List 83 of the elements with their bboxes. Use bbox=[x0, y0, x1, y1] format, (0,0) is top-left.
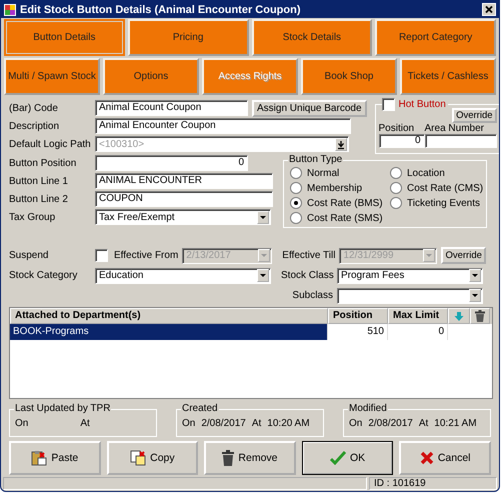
field-label: Effective Till bbox=[282, 250, 336, 261]
field-label: Default Logic Path bbox=[9, 138, 91, 150]
checkbox[interactable] bbox=[95, 249, 108, 262]
dropdown-field[interactable] bbox=[337, 288, 483, 304]
tab[interactable]: Stock Details bbox=[252, 19, 372, 56]
info-text: On bbox=[15, 418, 28, 429]
input-field[interactable]: Animal Encounter Coupon bbox=[95, 118, 351, 134]
field-label: Description bbox=[9, 120, 60, 132]
field-label: Tax Group bbox=[9, 212, 56, 222]
close-icon[interactable] bbox=[482, 3, 496, 16]
field-label: Stock Category bbox=[9, 270, 78, 281]
radio-option[interactable]: Ticketing Events bbox=[390, 196, 486, 210]
input-field[interactable]: 0 bbox=[95, 155, 248, 171]
radio-option[interactable]: Membership bbox=[290, 181, 390, 195]
assign-barcode-button[interactable]: Assign Unique Barcode bbox=[252, 100, 367, 116]
info-text: On bbox=[182, 418, 196, 429]
clipboard-icon bbox=[31, 450, 48, 466]
tab[interactable]: Button Details bbox=[4, 19, 125, 56]
info-text: 10:20 AM bbox=[267, 418, 310, 429]
tab[interactable]: Book Shop bbox=[301, 58, 397, 95]
dropdown-field[interactable]: Program Fees bbox=[337, 268, 483, 284]
column-header: Position bbox=[328, 308, 388, 324]
action-button[interactable]: OK bbox=[302, 441, 394, 475]
info-text: At bbox=[80, 418, 90, 429]
checkmark-icon bbox=[330, 451, 346, 465]
field-label: Effective From bbox=[114, 250, 178, 261]
close-icon bbox=[420, 451, 434, 465]
action-button[interactable]: Copy bbox=[106, 441, 198, 475]
info-text: 2/08/2017 bbox=[201, 418, 246, 429]
info-text: At bbox=[418, 418, 428, 429]
table-cell[interactable]: 510 bbox=[328, 324, 388, 340]
checkbox[interactable] bbox=[382, 98, 395, 111]
download-arrow-icon bbox=[335, 138, 347, 150]
column-header: Max Limit bbox=[388, 308, 448, 324]
tab[interactable]: Options bbox=[103, 58, 199, 95]
field-label: (Bar) Code bbox=[9, 102, 59, 114]
info-text: 2/08/2017 bbox=[368, 418, 413, 429]
input-field[interactable]: Animal Ecount Coupon bbox=[95, 100, 248, 116]
group-title: Created bbox=[181, 403, 219, 414]
override-button[interactable]: Override bbox=[441, 247, 486, 264]
info-text: 10:21 AM bbox=[434, 418, 477, 429]
input-field[interactable]: 0 bbox=[378, 134, 425, 148]
group-title: Modified bbox=[348, 403, 388, 414]
field-label: Button Line 2 bbox=[9, 194, 69, 204]
input-field[interactable]: COUPON bbox=[95, 191, 273, 207]
group-title: Last Updated by TPR bbox=[14, 403, 112, 414]
field-label: Button Position bbox=[9, 158, 78, 168]
info-text: On bbox=[349, 418, 362, 429]
tab[interactable]: Pricing bbox=[128, 19, 248, 56]
tab[interactable]: Multi / Spawn Stock bbox=[4, 58, 100, 95]
radio-option[interactable]: Location bbox=[390, 166, 486, 180]
action-button[interactable]: Cancel bbox=[399, 441, 491, 475]
hot-button-label: Hot Button bbox=[398, 99, 446, 110]
status-text: ID : 101619 bbox=[369, 477, 497, 490]
window-title: Edit Stock Button Details (Animal Encounter Coupon) bbox=[20, 4, 302, 16]
tab[interactable]: Tickets / Cashless bbox=[400, 58, 496, 95]
field-label: Subclass bbox=[291, 290, 333, 301]
field-label: Button Line 1 bbox=[9, 176, 69, 186]
action-button[interactable]: Remove bbox=[204, 441, 296, 475]
field-label: Suspend bbox=[9, 250, 50, 261]
table-cell[interactable]: 0 bbox=[388, 324, 448, 340]
app-icon bbox=[4, 4, 16, 16]
input-field[interactable]: ANIMAL ENCOUNTER bbox=[95, 173, 273, 189]
field-label: Area Number bbox=[424, 123, 485, 134]
trash-icon[interactable] bbox=[475, 310, 485, 322]
dropdown-field[interactable]: Education bbox=[95, 268, 271, 284]
table-cell[interactable]: BOOK-Programs bbox=[10, 324, 328, 340]
field-label: Position bbox=[378, 123, 416, 134]
field-label: Stock Class bbox=[281, 270, 333, 281]
input-field[interactable] bbox=[424, 134, 497, 148]
trash-icon bbox=[222, 450, 234, 466]
action-button[interactable]: Paste bbox=[9, 441, 101, 475]
dropdown-field[interactable]: Tax Free/Exempt bbox=[95, 209, 271, 225]
info-text: At bbox=[252, 418, 262, 429]
copy-icon bbox=[130, 450, 146, 466]
radio-option[interactable]: Normal bbox=[290, 166, 390, 180]
radio-option[interactable]: Cost Rate (SMS) bbox=[290, 211, 390, 225]
radio-option[interactable]: Cost Rate (CMS) bbox=[390, 181, 486, 195]
radio-option[interactable]: Cost Rate (BMS) bbox=[290, 196, 390, 210]
override-button[interactable]: Override bbox=[452, 108, 497, 123]
group-title: Button Type bbox=[288, 154, 344, 165]
column-header: Attached to Department(s) bbox=[10, 308, 328, 324]
tab[interactable]: Report Category bbox=[375, 19, 496, 56]
